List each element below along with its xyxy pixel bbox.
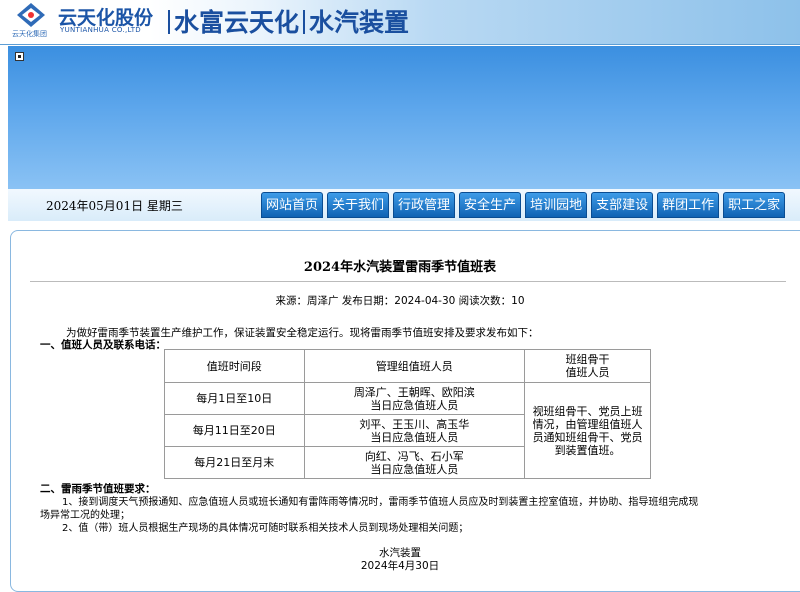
staff-emergency: 当日应急值班人员 — [370, 398, 459, 412]
period-cell: 每月21日至月末 — [164, 446, 305, 479]
title-divider — [168, 10, 170, 34]
table-row: 每月1日至10日 周泽广、王朝晖、欧阳滨 当日应急值班人员 视班组骨干、党员上班… — [164, 382, 651, 479]
article-meta: 来源：周泽广 发布日期：2024-04-30 阅读次数：10 — [275, 295, 525, 307]
period-cell: 每月11日至20日 — [164, 414, 305, 447]
nav-party-branch[interactable]: 支部建设 — [591, 192, 654, 218]
staff-names: 周泽广、王朝晖、欧阳滨 — [353, 385, 475, 399]
site-title: 水富云天化 水汽装置 — [164, 3, 409, 39]
banner-image — [8, 46, 800, 189]
main-nav: 网站首页 关于我们 行政管理 安全生产 培训园地 支部建设 群团工作 职工之家 — [261, 192, 786, 218]
staff-emergency: 当日应急值班人员 — [370, 430, 459, 444]
requirement-1: 1、接到调度天气预报通知、应急值班人员或班长通知有雷阵雨等情况时，雷雨季节值班人… — [62, 497, 699, 508]
site-title-part1: 水富云天化 — [174, 8, 300, 37]
staff-cell: 周泽广、王朝晖、欧阳滨 当日应急值班人员 — [303, 382, 526, 415]
nav-admin[interactable]: 行政管理 — [393, 192, 456, 218]
nav-safety[interactable]: 安全生产 — [459, 192, 522, 218]
period-cell: 每月1日至10日 — [164, 382, 305, 415]
col-header-backbone: 班组骨干 值班人员 — [524, 349, 651, 383]
broken-image-icon — [15, 52, 24, 61]
nav-training[interactable]: 培训园地 — [525, 192, 588, 218]
staff-cell: 刘平、王玉川、高玉华 当日应急值班人员 — [303, 414, 526, 447]
site-title-part2: 水汽装置 — [309, 8, 410, 37]
staff-names: 刘平、王玉川、高玉华 — [359, 417, 470, 431]
logo-caption: 云天化集团 — [12, 30, 47, 38]
staff-names: 向红、冯飞、石小军 — [364, 449, 464, 463]
duty-schedule-table: 值班时间段 管理组值班人员 班组骨干 值班人员 每月1日至10日 周泽广、王朝晖… — [164, 349, 651, 479]
article-title: 2024年水汽装置雷雨季节值班表 — [303, 260, 497, 275]
section-heading-1: 一、值班人员及联系电话： — [40, 339, 166, 351]
nav-groups[interactable]: 群团工作 — [657, 192, 720, 218]
backbone-note: 视班组骨干、党员上班情况，由管理组值班人员通知班组骨干、党员到装置值班。 — [524, 382, 651, 479]
staff-cell: 向红、冯飞、石小军 当日应急值班人员 — [303, 446, 526, 479]
divider — [30, 281, 786, 282]
company-logo-icon — [17, 3, 45, 27]
table-header-row: 值班时间段 管理组值班人员 班组骨干 值班人员 — [164, 349, 651, 383]
brand-name-en: YUNTIANHUA CO.,LTD — [60, 26, 141, 34]
site-header: 云天化集团 云天化股份 YUNTIANHUA CO.,LTD 水富云天化 水汽装置 — [0, 0, 800, 45]
nav-about[interactable]: 关于我们 — [327, 192, 390, 218]
title-divider — [303, 10, 306, 34]
requirement-2: 2、值（带）班人员根据生产现场的具体情况可随时联系相关技术人员到现场处理相关问题… — [62, 523, 469, 534]
col-header-management: 管理组值班人员 — [303, 349, 526, 383]
nav-staff-home[interactable]: 职工之家 — [723, 192, 786, 218]
current-date: 2024年05月01日 星期三 — [46, 199, 183, 213]
col-header-period: 值班时间段 — [164, 349, 305, 383]
staff-emergency: 当日应急值班人员 — [370, 462, 459, 476]
nav-home[interactable]: 网站首页 — [261, 192, 324, 218]
signature-date: 2024年4月30日 — [360, 560, 440, 572]
